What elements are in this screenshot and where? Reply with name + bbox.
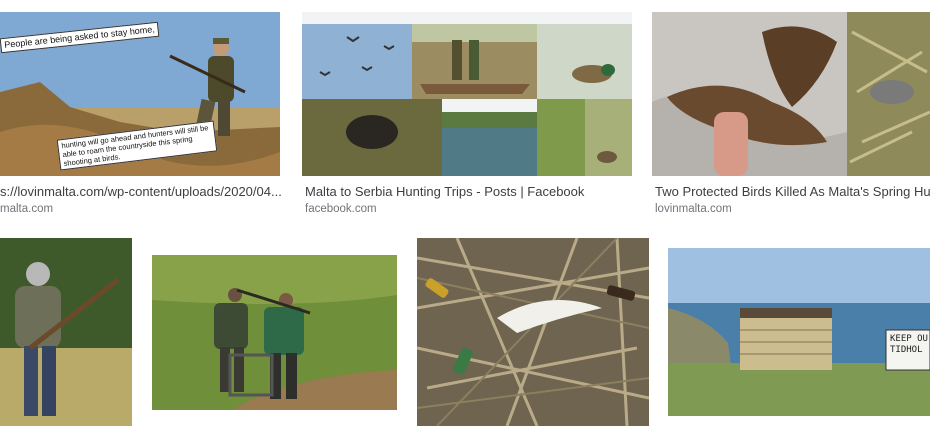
keep-out-sign: KEEP OU TIDHOL [890,334,928,355]
result-3-title[interactable]: Two Protected Birds Killed As Malta's Sp… [655,184,930,199]
hunting-collage-image [302,24,632,176]
result-1-source[interactable]: malta.com [0,203,200,215]
result-3-thumbnail[interactable] [652,12,930,176]
result-4-thumbnail[interactable] [0,238,132,426]
result-6-thumbnail[interactable] [417,238,649,426]
result-2-source[interactable]: facebook.com [305,203,505,215]
result-3-source[interactable]: lovinmalta.com [655,203,855,215]
result-1-thumbnail[interactable]: People are being asked to stay home, hun… [0,12,280,176]
result-1-title[interactable]: s://lovinmalta.com/wp-content/uploads/20… [0,184,285,199]
result-2-title[interactable]: Malta to Serbia Hunting Trips - Posts | … [305,184,635,199]
dead-birds-image [652,12,930,176]
result-2-thumbnail[interactable] [302,12,632,176]
stone-hide-sign-image [668,248,930,416]
result-5-thumbnail[interactable] [152,255,397,410]
hunters-walking-image [152,255,397,410]
result-7-thumbnail[interactable]: KEEP OU TIDHOL [668,248,930,416]
feathers-and-cartridges-image [417,238,649,426]
hunter-with-rifle-image [0,238,132,426]
